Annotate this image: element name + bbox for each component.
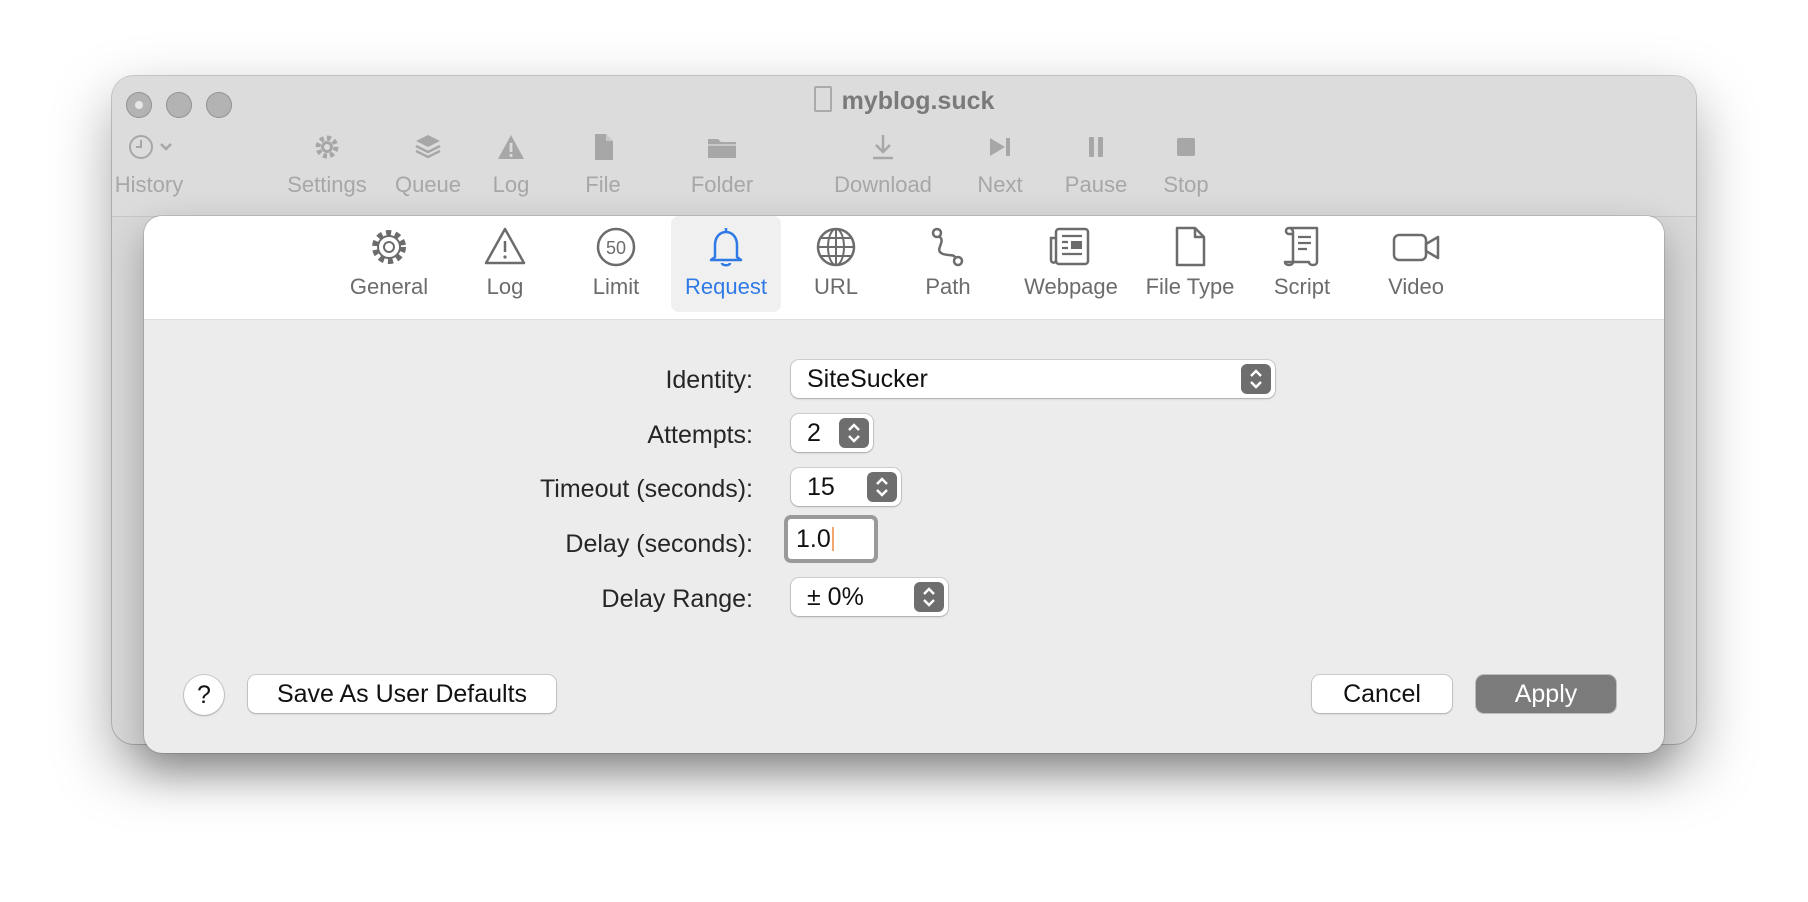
toolbar-folder-button[interactable]: Folder [684,132,760,198]
updown-chevron-icon [914,582,944,612]
gear-icon [315,135,339,159]
document-icon [813,86,832,112]
stack-icon [415,135,441,159]
toolbar-history-button[interactable]: History [114,132,184,198]
toolbar-next-button[interactable]: Next [970,132,1030,198]
tab-limit[interactable]: 50 Limit [576,216,656,312]
attempts-label: Attempts: [647,421,753,449]
toolbar-queue-button[interactable]: Queue [390,132,466,198]
gear-icon [372,230,406,264]
cancel-button[interactable]: Cancel [1312,675,1452,713]
tab-request[interactable]: Request [671,216,781,312]
updown-chevron-icon [1241,364,1271,394]
help-button[interactable]: ? [184,675,224,715]
tab-log[interactable]: Log [470,216,540,312]
updown-chevron-icon [867,472,897,502]
tab-webpage[interactable]: Webpage [1016,216,1126,312]
tab-url[interactable]: URL [796,216,876,312]
path-icon [931,227,964,267]
delay-label: Delay (seconds): [565,530,753,558]
identity-label: Identity: [665,366,753,394]
warning-triangle-icon [484,227,526,265]
scroll-icon [1283,226,1319,267]
download-arrow-icon [873,135,893,160]
delay-range-label: Delay Range: [601,585,753,613]
file-icon [595,134,613,160]
folder-icon [708,139,736,158]
bell-icon [709,228,743,267]
tab-script[interactable]: Script [1262,216,1342,312]
identity-popup[interactable]: SiteSucker [791,360,1275,398]
updown-chevron-icon [839,418,869,448]
timeout-popup[interactable]: 15 [791,468,901,506]
toolbar-pause-button[interactable]: Pause [1064,132,1128,198]
pause-icon [1089,137,1103,157]
clock-icon [129,135,172,159]
settings-tab-bar: General Log 50 Limit Request URL Path We… [144,216,1664,320]
speed-limit-icon: 50 [596,227,636,267]
tab-path[interactable]: Path [908,216,988,312]
delay-range-popup[interactable]: ± 0% [791,578,948,616]
toolbar-stop-button[interactable]: Stop [1158,132,1214,198]
newspaper-icon [1049,227,1090,266]
timeout-label: Timeout (seconds): [539,475,753,503]
delay-input[interactable]: 1.0 [788,519,874,559]
globe-icon [816,227,856,267]
apply-button[interactable]: Apply [1476,675,1616,713]
window-title: myblog.suck [112,86,1696,116]
svg-text:50: 50 [606,238,626,258]
stop-icon [1177,138,1195,156]
tab-general[interactable]: General [344,216,434,312]
attempts-popup[interactable]: 2 [791,414,873,452]
toolbar-settings-button[interactable]: Settings [282,132,372,198]
save-as-user-defaults-button[interactable]: Save As User Defaults [248,675,556,713]
window-toolbar: myblog.suck History Settings Queue Log F… [112,76,1696,217]
tab-video[interactable]: Video [1376,216,1456,312]
warning-triangle-icon [498,135,524,159]
settings-sheet: General Log 50 Limit Request URL Path We… [144,216,1664,753]
toolbar-log-button[interactable]: Log [486,132,536,198]
tab-file-type[interactable]: File Type [1140,216,1240,312]
video-camera-icon [1392,233,1440,262]
toolbar-file-button[interactable]: File [578,132,628,198]
skip-forward-icon [990,138,1010,156]
toolbar-download-button[interactable]: Download [828,132,938,198]
document-icon [1175,226,1206,267]
